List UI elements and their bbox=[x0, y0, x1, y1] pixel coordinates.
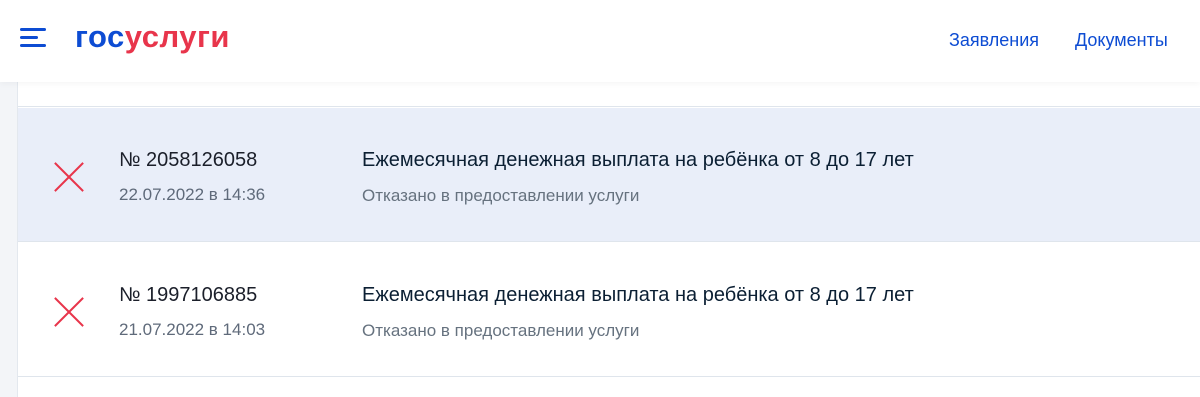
gosuslugi-logo[interactable]: госуслуги bbox=[75, 18, 230, 56]
application-number: № 1997106885 bbox=[119, 284, 258, 306]
rejected-status-icon bbox=[54, 297, 84, 327]
application-number: № 2058126058 bbox=[119, 149, 258, 171]
application-date: 21.07.2022 в 14:03 bbox=[119, 320, 266, 339]
nav-link-documents[interactable]: Документы bbox=[1075, 29, 1168, 51]
applications-list: № 2058126058 22.07.2022 в 14:36 Ежемесяч… bbox=[17, 82, 1200, 397]
list-row-partial[interactable] bbox=[18, 378, 1200, 397]
nav-link-applications[interactable]: Заявления bbox=[949, 29, 1039, 51]
application-status: Отказано в предоставлении услуги bbox=[362, 186, 640, 205]
application-status: Отказано в предоставлении услуги bbox=[362, 321, 640, 340]
application-title: Ежемесячная денежная выплата на ребёнка … bbox=[362, 284, 914, 306]
logo-text-gos: гос bbox=[75, 19, 125, 54]
rejected-status-icon bbox=[54, 162, 84, 192]
application-row[interactable]: № 2058126058 22.07.2022 в 14:36 Ежемесяч… bbox=[18, 108, 1200, 242]
list-row-partial[interactable] bbox=[18, 82, 1200, 107]
top-header: госуслуги Заявления Документы bbox=[0, 0, 1200, 82]
application-date: 22.07.2022 в 14:36 bbox=[119, 185, 266, 204]
application-title: Ежемесячная денежная выплата на ребёнка … bbox=[362, 149, 914, 171]
hamburger-menu-icon[interactable] bbox=[20, 28, 46, 48]
application-row[interactable]: № 1997106885 21.07.2022 в 14:03 Ежемесяч… bbox=[18, 243, 1200, 377]
logo-text-uslugi: услуги bbox=[124, 19, 230, 54]
